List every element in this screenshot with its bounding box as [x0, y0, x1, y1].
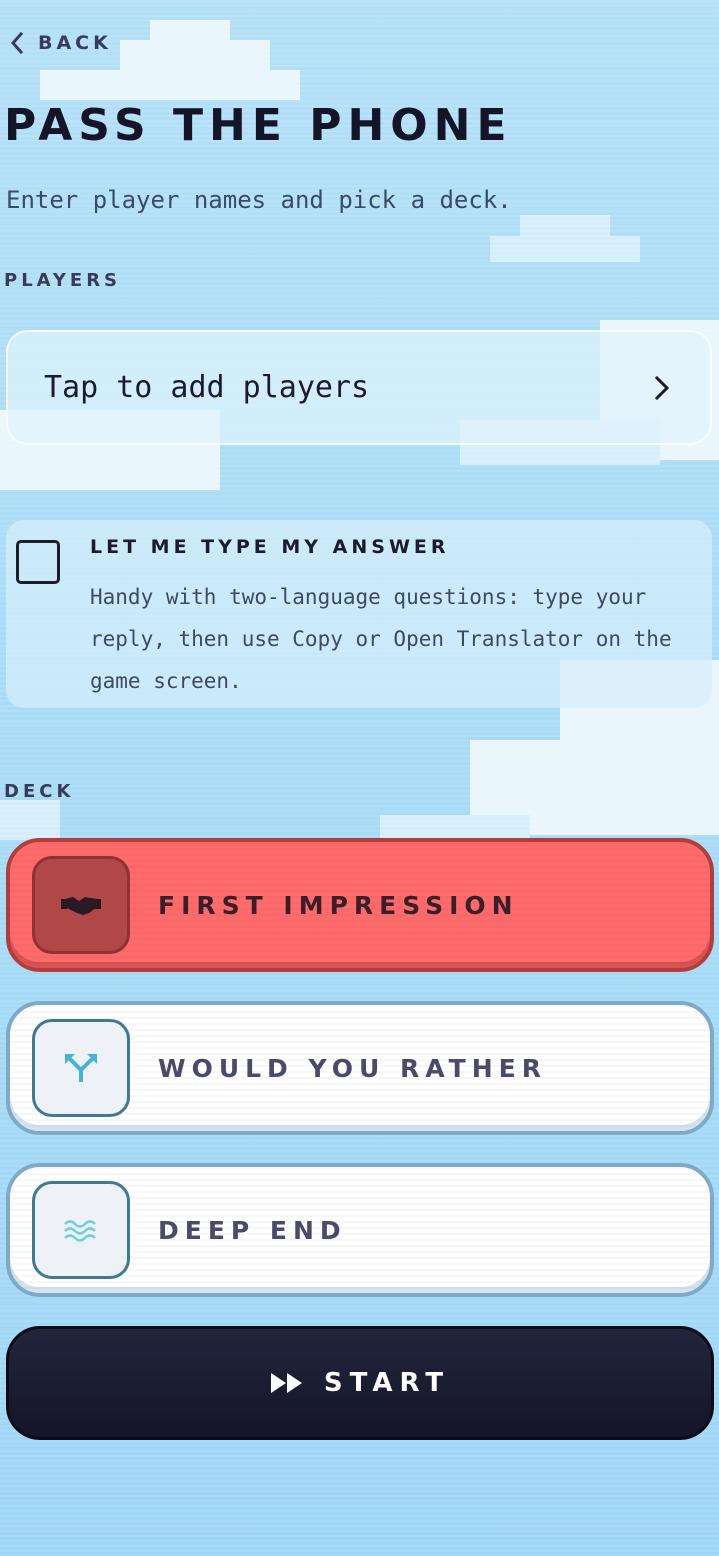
- deck-option-would-you-rather[interactable]: WOULD YOU RATHER: [6, 1001, 714, 1135]
- start-button[interactable]: START: [6, 1326, 714, 1440]
- type-answer-title: LET ME TYPE MY ANSWER: [90, 536, 450, 558]
- fast-forward-icon: [270, 1373, 302, 1393]
- add-players-label: Tap to add players: [44, 370, 370, 405]
- split-arrows-icon: [65, 1054, 97, 1082]
- back-label: BACK: [38, 32, 112, 54]
- deck-option-deep-end[interactable]: DEEP END: [6, 1163, 714, 1297]
- deck-label: FIRST IMPRESSION: [158, 890, 519, 920]
- type-answer-checkbox[interactable]: [16, 540, 60, 584]
- back-button[interactable]: BACK: [10, 28, 112, 58]
- deck-section-label: DECK: [4, 781, 75, 802]
- deck-icon-box: [32, 1181, 130, 1279]
- start-label: START: [323, 1368, 451, 1398]
- deck-option-first-impression[interactable]: FIRST IMPRESSION: [6, 838, 714, 972]
- page-title: PASS THE PHONE: [4, 100, 513, 151]
- deck-icon-box: [32, 856, 130, 954]
- chevron-right-icon: [654, 375, 670, 400]
- waves-icon: [64, 1220, 96, 1242]
- type-answer-option[interactable]: LET ME TYPE MY ANSWER Handy with two-lan…: [6, 520, 712, 708]
- deck-icon-box: [32, 1019, 130, 1117]
- deck-label: DEEP END: [158, 1215, 347, 1245]
- handshake-icon: [61, 897, 101, 915]
- type-answer-description: Handy with two-language questions: type …: [90, 585, 672, 693]
- players-section-label: PLAYERS: [4, 270, 122, 291]
- chevron-left-icon: [10, 32, 24, 54]
- deck-label: WOULD YOU RATHER: [158, 1053, 547, 1083]
- add-players-button[interactable]: Tap to add players: [6, 330, 712, 445]
- page-subtitle: Enter player names and pick a deck.: [6, 186, 512, 214]
